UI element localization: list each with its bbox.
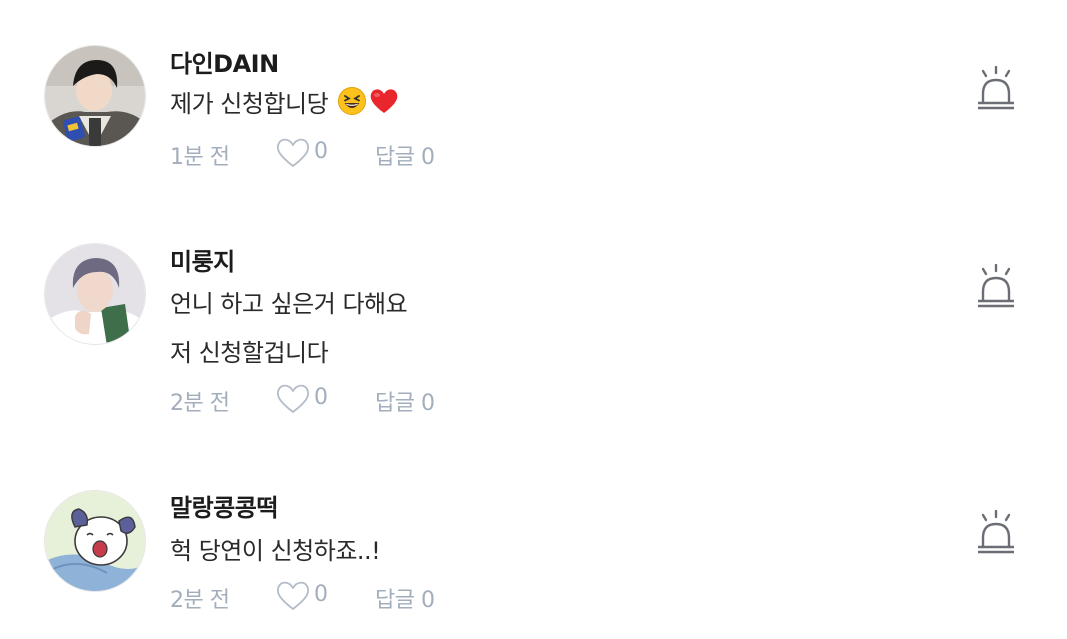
comment-item: 말랑콩콩떡 헉 당연이 신청하죠..! 2분 전 0 답글 0 bbox=[0, 0, 1067, 639]
reply-label: 답글 bbox=[375, 588, 415, 613]
comment-text-line: 헉 당연이 신청하죠..! bbox=[170, 537, 381, 565]
heart-outline-icon bbox=[276, 581, 310, 610]
cartoon-dog-avatar bbox=[45, 491, 145, 591]
comment-timestamp: 2분 전 bbox=[170, 588, 230, 613]
reply-count: 0 bbox=[420, 588, 435, 613]
avatar[interactable] bbox=[44, 490, 146, 592]
comment-author[interactable]: 말랑콩콩떡 bbox=[170, 488, 278, 523]
siren-alarm-icon[interactable] bbox=[973, 510, 1019, 556]
reply-button[interactable]: 답글 0 bbox=[375, 582, 435, 614]
like-button[interactable]: 0 bbox=[274, 578, 328, 612]
like-count: 0 bbox=[314, 582, 328, 607]
